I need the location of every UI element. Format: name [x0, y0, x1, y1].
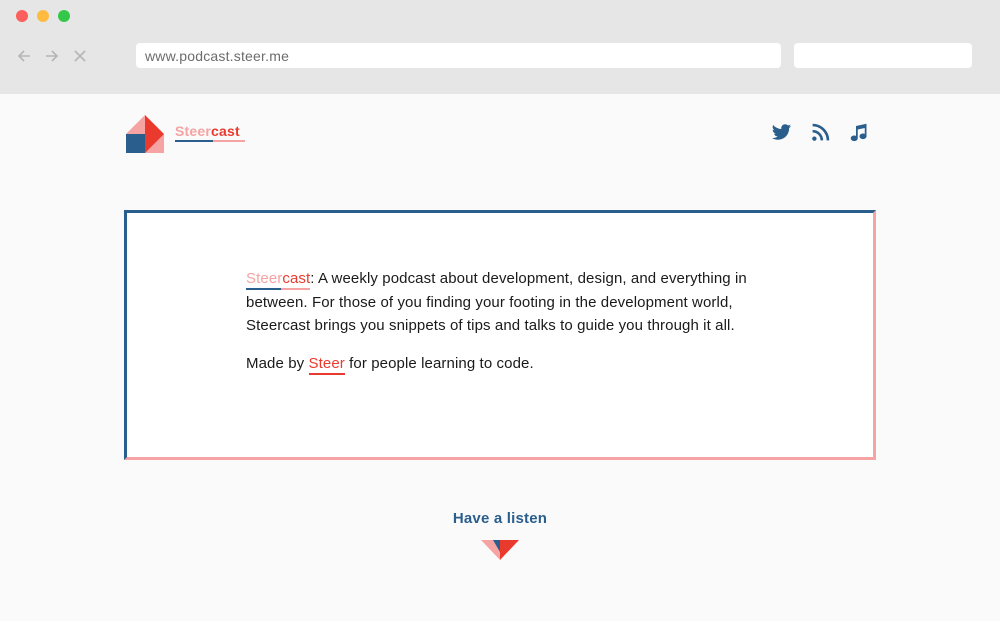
brand-name[interactable]: Steercast	[175, 123, 240, 139]
arrow-right-icon	[46, 50, 59, 62]
made-by-paragraph: Made by Steer for people learning to cod…	[246, 352, 766, 376]
brand-part-cast: cast	[211, 123, 240, 139]
stop-button[interactable]	[68, 44, 92, 68]
arrow-left-icon	[17, 50, 30, 62]
about-text: Steercast: A weekly podcast about develo…	[246, 267, 766, 389]
address-bar[interactable]: www.podcast.steer.me	[136, 43, 781, 68]
twitter-link[interactable]	[771, 122, 792, 143]
steercast-highlight: Steercast	[246, 270, 310, 287]
rss-icon	[812, 123, 830, 141]
forward-button[interactable]	[40, 44, 64, 68]
navigation-buttons	[12, 44, 92, 68]
steer-link[interactable]: Steer	[309, 355, 345, 372]
about-card: Steercast: A weekly podcast about develo…	[124, 210, 876, 460]
brand-part-steer: Steer	[175, 123, 212, 139]
brand-underline	[175, 140, 245, 142]
browser-chrome: www.podcast.steer.me	[0, 0, 1000, 94]
made-by-prefix: Made by	[246, 354, 309, 372]
highlight-part-steer: Steer	[246, 270, 283, 287]
back-button[interactable]	[12, 44, 36, 68]
maximize-window-button[interactable]	[58, 10, 70, 22]
rss-link[interactable]	[810, 122, 831, 143]
twitter-icon	[771, 124, 792, 140]
music-note-icon	[850, 123, 867, 142]
search-field[interactable]	[794, 43, 972, 68]
social-links	[771, 122, 870, 143]
itunes-link[interactable]	[849, 122, 870, 143]
description-text: : A weekly podcast about development, de…	[246, 270, 747, 334]
close-window-button[interactable]	[16, 10, 28, 22]
close-icon	[74, 50, 86, 62]
highlight-part-cast: cast	[282, 270, 311, 287]
steercast-logo[interactable]	[126, 115, 164, 153]
scroll-down-arrow-icon[interactable]	[481, 540, 519, 560]
description-paragraph: Steercast: A weekly podcast about develo…	[246, 267, 766, 338]
minimize-window-button[interactable]	[37, 10, 49, 22]
window-controls	[16, 10, 70, 22]
have-a-listen-link[interactable]: Have a listen	[0, 510, 1000, 527]
page-content: Steercast Steercast: A weekly podcast ab…	[0, 94, 1000, 621]
made-by-suffix: for people learning to code.	[344, 354, 534, 372]
